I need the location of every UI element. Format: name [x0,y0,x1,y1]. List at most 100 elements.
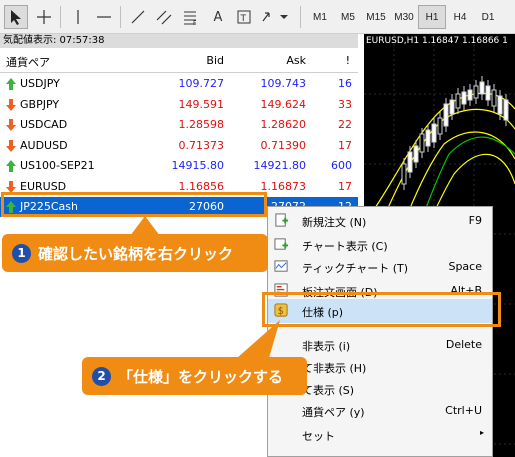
menu-item[interactable]: 新規注文 (N) F9 [268,209,492,233]
callout-step-2: 2 「仕様」をクリックする [82,357,307,395]
menu-item-label: て表示 (S) [302,384,355,397]
text-icon[interactable]: A [206,5,230,29]
menu-item-label: 通貨ペア (y) [302,406,365,419]
candle-body [419,133,425,153]
channel-icon[interactable] [152,5,176,29]
cursor-icon[interactable] [4,5,28,29]
timeframe-h4[interactable]: H4 [446,5,474,29]
svg-text:T: T [240,14,247,24]
timeframe-m15[interactable]: M15 [362,5,390,29]
candle-body [491,89,497,107]
spread-value: 33 [338,97,352,111]
step-2-text: 「仕様」をクリックする [118,367,284,386]
specification-highlight-frame [262,292,501,327]
spread-value: 22 [338,118,352,131]
arrow-up-icon [6,78,16,90]
chart-title: EURUSD,H1 1.16847 1.16866 1 [366,36,508,46]
callout-step-1: 1 確認したい銘柄を右クリック [2,234,268,272]
candle-body [467,89,473,101]
symbol-name: EURUSD [20,179,67,193]
crosshair-icon[interactable] [32,5,56,29]
submenu-arrow-icon: ▸ [479,428,484,437]
toolbar: F A T M1 M5 M15 M30 H1 H4 D1 [0,0,515,34]
step-1-text: 確認したい銘柄を右クリック [38,244,234,263]
candle-body [407,151,413,173]
menu-item-shortcut: Ctrl+U [445,404,482,417]
candle-body [461,91,467,105]
menu-item-shortcut: Delete [445,338,482,351]
step-1-number: 1 [12,243,31,263]
symbol-column-header[interactable]: 通貨ペア [6,54,50,70]
chart-window-icon [274,238,289,250]
step-2-number: 2 [92,366,111,386]
horizontal-line-icon[interactable] [92,5,116,29]
bid-price: 1.28598 [178,118,225,131]
arrow-up-icon [6,160,16,172]
menu-item-label: チャート表示 (C) [302,240,388,253]
bid-price: 149.591 [178,97,225,111]
spread-value: 600 [331,159,352,172]
ask-price: 149.624 [260,97,307,111]
menu-item[interactable]: ティックチャート (T) Space [268,255,492,279]
market-watch-header: 通貨ペア Bid Ask ! [0,49,358,73]
table-row[interactable]: US100-SEP21 14915.80 14921.80 600 [0,156,358,176]
candle-body [431,123,437,143]
candle-body [455,93,461,109]
candle-body [503,99,509,121]
timeframe-m30[interactable]: M30 [390,5,418,29]
tick-chart-icon [274,260,288,272]
timeframe-m1[interactable]: M1 [306,5,334,29]
arrows-icon[interactable] [258,5,292,29]
symbol-name: USDCAD [20,118,68,131]
label-icon[interactable]: T [232,5,256,29]
candle-body [449,99,455,115]
menu-item-label: ティックチャート (T) [302,262,409,275]
candle-body [473,85,479,99]
symbol-name: AUDUSD [20,138,68,152]
menu-item[interactable]: セット ▸ [268,423,492,447]
menu-item[interactable]: チャート表示 (C) [268,233,492,257]
candle-body [443,103,449,127]
fibonacci-icon[interactable]: F [178,5,202,29]
bid-column-header[interactable]: Bid [206,54,224,67]
menu-item[interactable]: 通貨ペア (y) Ctrl+U [268,399,492,423]
ask-column-header[interactable]: Ask [286,54,306,67]
timeframe-h1[interactable]: H1 [418,5,446,29]
trendline-icon[interactable] [126,5,150,29]
spread-value: 17 [338,179,352,193]
table-row[interactable]: USDCAD 1.28598 1.28620 22 [0,115,358,135]
symbol-name: US100-SEP21 [20,159,95,172]
symbol-name: USDJPY [20,77,60,90]
spread-value: 17 [338,138,352,152]
menu-item-label: て非表示 (H) [302,362,367,375]
arrow-down-icon [6,180,16,193]
candle-body [437,117,443,135]
svg-text:F: F [193,20,197,25]
ask-price: 109.743 [260,77,307,90]
spread-column-header[interactable]: ! [346,54,350,67]
menu-item[interactable]: 非表示 (i) Delete [268,333,492,357]
candle-body [479,81,485,95]
menu-item-shortcut: F9 [468,214,482,227]
timeframe-m5[interactable]: M5 [334,5,362,29]
arrow-down-icon [6,119,16,131]
candle-body [485,85,491,101]
menu-item-label: 新規注文 (N) [302,216,367,229]
spread-value: 16 [338,77,352,90]
candle-body [401,163,407,185]
bid-price: 14915.80 [171,159,225,172]
table-row[interactable]: USDJPY 109.727 109.743 16 [0,74,358,94]
arrow-down-icon [6,139,16,152]
candle-body [425,129,431,147]
table-row[interactable]: AUDUSD 0.71373 0.71390 17 [0,136,358,156]
callout-1-pointer [130,216,160,236]
table-row[interactable]: GBPJPY 149.591 149.624 33 [0,95,358,115]
ask-price: 14921.80 [253,159,307,172]
new-order-icon [275,213,289,227]
ask-price: 0.71390 [260,138,307,152]
ask-price: 1.16873 [260,179,307,193]
timeframe-d1[interactable]: D1 [474,5,502,29]
vertical-line-icon[interactable] [66,5,90,29]
menu-item-shortcut: Space [448,260,482,273]
candle-body [497,95,503,115]
